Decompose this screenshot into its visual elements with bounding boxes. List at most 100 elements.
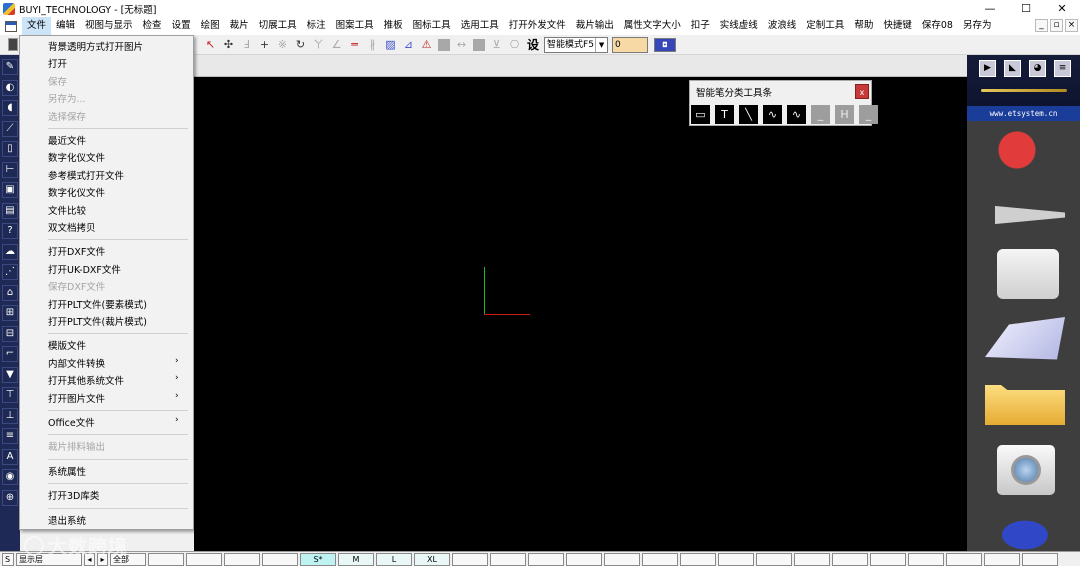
file-menu-item[interactable]: 背景透明方式打开图片 (48, 39, 143, 53)
minimize-button[interactable]: — (972, 0, 1008, 17)
rect-icon[interactable]: ▯ (2, 141, 18, 157)
empty-size-cell[interactable] (490, 553, 526, 566)
help-icon[interactable]: ? (2, 223, 18, 239)
size-cell[interactable]: XL (414, 553, 450, 566)
rect-tool-icon[interactable]: ▭ (691, 105, 710, 124)
washing-machine-icon[interactable] (997, 445, 1055, 495)
file-menu-item[interactable]: 打开其他系统文件 (48, 373, 124, 387)
maximize-button[interactable]: ☐ (1008, 0, 1044, 17)
menu-item[interactable]: 图标工具 (408, 17, 456, 35)
circle-icon[interactable]: ◐ (2, 79, 18, 96)
sewing-machine-icon[interactable] (997, 249, 1059, 299)
menu-item[interactable]: 文件 (22, 17, 52, 35)
line-tool-icon[interactable]: ╲ (739, 105, 758, 124)
drawing-canvas[interactable] (194, 77, 967, 551)
triangle-icon[interactable]: ⊿ (401, 36, 416, 53)
menu-item[interactable]: 切展工具 (254, 17, 302, 35)
bottom-icon[interactable]: ⊥ (2, 407, 18, 424)
layer-icon[interactable]: ⊟ (2, 325, 18, 342)
flag-red-icon[interactable]: ▶ (979, 60, 996, 77)
menu-item[interactable]: 实线虚线 (715, 17, 763, 35)
mdi-restore-button[interactable]: ▫ (1050, 19, 1063, 32)
chevron-down-icon[interactable]: ▼ (595, 37, 607, 52)
menu-item[interactable]: 设置 (167, 17, 196, 35)
text-icon[interactable]: A (2, 448, 18, 465)
stretch-icon[interactable]: ↔ (454, 36, 469, 53)
settings-char-button[interactable]: 设 (527, 36, 539, 53)
target-icon[interactable]: ◉ (2, 469, 18, 485)
empty-size-cell[interactable] (604, 553, 640, 566)
menu-item[interactable]: 裁片 (225, 17, 254, 35)
palette-close-button[interactable]: x (855, 84, 869, 99)
empty-size-cell[interactable] (756, 553, 792, 566)
dash-tool-icon[interactable]: _ (859, 105, 878, 124)
menu-item[interactable]: 视图与显示 (80, 17, 138, 35)
empty-size-cell[interactable] (186, 553, 222, 566)
file-menu-item[interactable]: Office文件 (48, 415, 95, 429)
file-menu-item[interactable]: 数字化仪文件 (48, 185, 105, 199)
file-menu-item[interactable]: 退出系统 (48, 513, 86, 527)
empty-size-cell[interactable] (908, 553, 944, 566)
menu-item[interactable]: 快捷键 (878, 17, 917, 35)
lines-icon[interactable]: ≡ (2, 428, 18, 444)
menu-item[interactable]: 打开外发文件 (504, 17, 571, 35)
fork-icon[interactable]: ㄚ (311, 36, 326, 53)
bracket-icon[interactable]: ⊢ (2, 161, 18, 178)
empty-size-cell[interactable] (1022, 553, 1058, 566)
size-cell[interactable]: M (338, 553, 374, 566)
empty-size-cell[interactable] (984, 553, 1020, 566)
show-all-button[interactable]: 全部 (110, 553, 146, 566)
menu-item[interactable]: 选用工具 (456, 17, 504, 35)
menu-item[interactable]: 检查 (138, 17, 167, 35)
scissors-icon[interactable] (985, 205, 1065, 225)
flag-blue-icon[interactable]: ◣ (1004, 60, 1021, 77)
measure-icon[interactable]: ⚠ (419, 36, 434, 53)
hatch-icon[interactable]: ▨ (383, 36, 398, 53)
file-menu-item[interactable]: 参考模式打开文件 (48, 168, 124, 182)
merge-icon[interactable]: ⊻ (489, 36, 504, 53)
top-icon[interactable]: ⊤ (2, 387, 18, 403)
add-icon[interactable]: ⊕ (2, 489, 18, 506)
document-icon[interactable]: ≡ (1054, 60, 1071, 77)
empty-size-cell[interactable] (718, 553, 754, 566)
home-icon[interactable]: ⌂ (2, 284, 18, 301)
grid-icon[interactable]: ※ (275, 36, 290, 53)
size-cell[interactable]: L (376, 553, 412, 566)
empty-size-cell[interactable] (452, 553, 488, 566)
folder-icon[interactable] (985, 385, 1065, 425)
file-menu-item[interactable]: 打开DXF文件 (48, 244, 105, 258)
mode-select[interactable]: 智能模式F5 ▼ (544, 36, 609, 53)
empty-size-cell[interactable] (262, 553, 298, 566)
empty-size-cell[interactable] (946, 553, 982, 566)
file-menu-item[interactable]: 最近文件 (48, 133, 86, 147)
empty-size-cell[interactable] (794, 553, 830, 566)
menu-item[interactable]: 标注 (302, 17, 331, 35)
table-icon[interactable]: ⊞ (2, 305, 18, 321)
number-input[interactable]: 0 (612, 36, 649, 53)
frame-icon[interactable]: ⎔ (507, 36, 522, 53)
layer-display-cell[interactable]: 显示层 (16, 553, 82, 566)
triangle-icon[interactable]: ▼ (2, 366, 18, 383)
document-system-icon[interactable] (5, 20, 17, 32)
empty-size-cell[interactable] (148, 553, 184, 566)
file-menu-item[interactable]: 双文档拷贝 (48, 220, 96, 234)
arc-icon[interactable]: ◖ (2, 100, 18, 116)
next-arrow-button[interactable]: ▸ (97, 553, 108, 566)
empty-size-cell[interactable] (832, 553, 868, 566)
empty-size-cell[interactable] (528, 553, 564, 566)
mdi-close-button[interactable]: × (1065, 19, 1078, 32)
empty-size-cell[interactable] (566, 553, 602, 566)
text-tool-icon[interactable]: T (715, 105, 734, 124)
grid-icon[interactable]: ▤ (2, 202, 18, 219)
menu-item[interactable]: 定制工具 (801, 17, 849, 35)
palette-color-icon[interactable]: ◕ (1029, 60, 1046, 77)
corner-icon[interactable]: ⌐ (2, 346, 18, 362)
empty-size-cell[interactable] (224, 553, 260, 566)
diagonal-icon[interactable]: ⟋ (2, 120, 18, 137)
empty-size-cell[interactable] (642, 553, 678, 566)
baseline-tool-icon[interactable]: _ (811, 105, 830, 124)
gray-block-icon[interactable] (473, 38, 485, 51)
file-menu-item[interactable]: 内部文件转换 (48, 356, 105, 370)
empty-size-cell[interactable] (870, 553, 906, 566)
size-cell[interactable]: S* (300, 553, 336, 566)
